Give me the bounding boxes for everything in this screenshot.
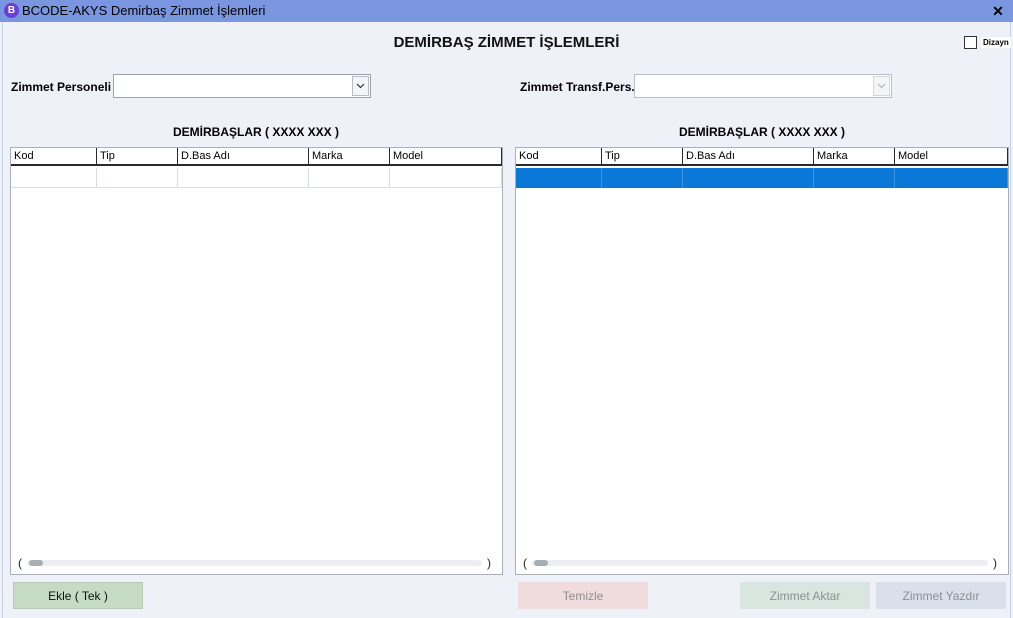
grid-header: Kod Tip D.Bas Adı Marka Model	[516, 148, 1008, 166]
zimmet-personeli-label: Zimmet Personeli	[11, 80, 112, 94]
cell-tip[interactable]	[602, 168, 683, 188]
scroll-right-arrow[interactable]: )	[482, 556, 496, 570]
window-titlebar: B BCODE-AKYS Demirbaş Zimmet İşlemleri ✕	[0, 0, 1013, 22]
cell-model[interactable]	[895, 168, 1008, 188]
close-icon[interactable]: ✕	[989, 2, 1007, 20]
right-demirbas-grid[interactable]: Kod Tip D.Bas Adı Marka Model ( )	[515, 147, 1009, 575]
table-row-selected[interactable]	[516, 168, 1008, 188]
window-title: BCODE-AKYS Demirbaş Zimmet İşlemleri	[22, 3, 266, 18]
dizayn-toggle[interactable]: Dizayn	[964, 36, 1011, 49]
scroll-track[interactable]	[27, 560, 482, 566]
table-row[interactable]	[11, 168, 502, 188]
dizayn-label: Dizayn	[981, 37, 1011, 48]
left-grid-title: DEMİRBAŞLAR ( XXXX XXX )	[172, 125, 340, 139]
temizle-button[interactable]: Temizle	[518, 582, 648, 609]
zimmet-personeli-select[interactable]	[113, 74, 371, 98]
dizayn-checkbox[interactable]	[964, 36, 977, 49]
zimmet-yazdir-button[interactable]: Zimmet Yazdır	[876, 582, 1006, 609]
cell-model[interactable]	[390, 168, 502, 188]
column-header-dbas-adi[interactable]: D.Bas Adı	[178, 148, 309, 166]
scroll-thumb[interactable]	[534, 560, 548, 566]
grid-header: Kod Tip D.Bas Adı Marka Model	[11, 148, 502, 166]
cell-kod[interactable]	[11, 168, 97, 188]
page-title: DEMİRBAŞ ZİMMET İŞLEMLERİ	[393, 34, 620, 51]
cell-dbas-adi[interactable]	[178, 168, 309, 188]
scroll-left-arrow[interactable]: (	[13, 556, 27, 570]
column-header-marka[interactable]: Marka	[309, 148, 390, 166]
cell-marka[interactable]	[814, 168, 895, 188]
column-header-kod[interactable]: Kod	[11, 148, 97, 166]
right-grid-title: DEMİRBAŞLAR ( XXXX XXX )	[678, 125, 846, 139]
column-header-marka[interactable]: Marka	[814, 148, 895, 166]
scroll-thumb[interactable]	[29, 560, 43, 566]
column-header-model[interactable]: Model	[390, 148, 502, 166]
cell-dbas-adi[interactable]	[683, 168, 814, 188]
chevron-down-icon[interactable]	[352, 76, 369, 96]
zimmet-aktar-button[interactable]: Zimmet Aktar	[740, 582, 870, 609]
cell-kod[interactable]	[516, 168, 602, 188]
scroll-left-arrow[interactable]: (	[518, 556, 532, 570]
transfer-personeli-label: Zimmet Transf.Pers.	[520, 80, 635, 94]
chevron-down-icon[interactable]	[873, 76, 890, 96]
scroll-track[interactable]	[532, 560, 988, 566]
column-header-kod[interactable]: Kod	[516, 148, 602, 166]
column-header-dbas-adi[interactable]: D.Bas Adı	[683, 148, 814, 166]
transfer-personeli-select[interactable]	[634, 74, 892, 98]
column-header-model[interactable]: Model	[895, 148, 1008, 166]
cell-marka[interactable]	[309, 168, 390, 188]
cell-tip[interactable]	[97, 168, 178, 188]
left-demirbas-grid[interactable]: Kod Tip D.Bas Adı Marka Model ( )	[10, 147, 503, 575]
horizontal-scrollbar[interactable]: ( )	[518, 556, 1006, 570]
ekle-tek-button[interactable]: Ekle ( Tek )	[13, 582, 143, 609]
horizontal-scrollbar[interactable]: ( )	[13, 556, 500, 570]
app-logo-icon: B	[4, 3, 19, 18]
column-header-tip[interactable]: Tip	[602, 148, 683, 166]
column-header-tip[interactable]: Tip	[97, 148, 178, 166]
scroll-right-arrow[interactable]: )	[988, 556, 1002, 570]
